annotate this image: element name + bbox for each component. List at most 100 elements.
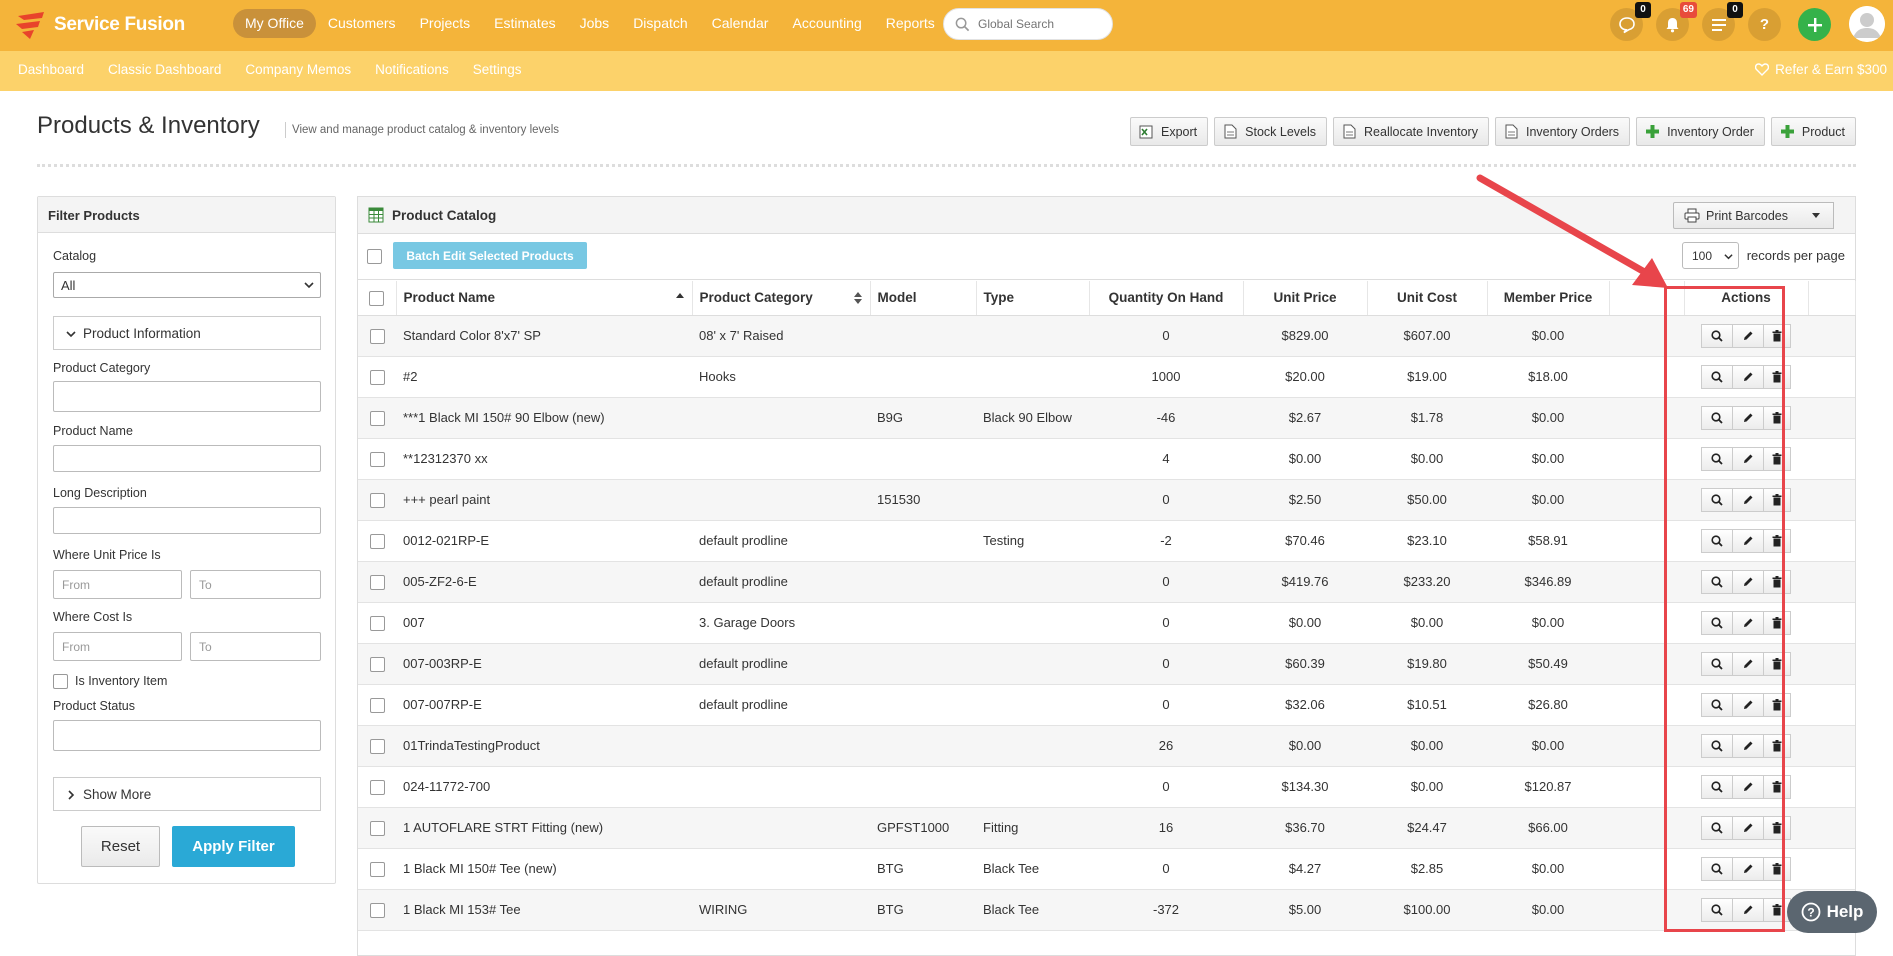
- row-checkbox[interactable]: [369, 861, 385, 877]
- product-name-input[interactable]: [53, 445, 321, 472]
- cell-quantity-on-hand[interactable]: 0: [1089, 561, 1243, 603]
- add-inventory-order-button[interactable]: Inventory Order: [1636, 117, 1765, 146]
- subnav-notifications[interactable]: Notifications: [375, 62, 449, 77]
- table-row[interactable]: ***1 Black MI 150# 90 Elbow (new) B9G Blac…: [358, 397, 1855, 439]
- cost-from-input[interactable]: From: [53, 632, 182, 661]
- cell-quantity-on-hand[interactable]: 0: [1089, 315, 1243, 357]
- col-type[interactable]: Type: [976, 281, 1090, 316]
- cell-product-name[interactable]: 024-11772-700: [396, 766, 692, 808]
- cell-quantity-on-hand[interactable]: -46: [1089, 397, 1243, 439]
- table-row[interactable]: 0012-021RP-E default prodline Testing -2 $70…: [358, 520, 1855, 562]
- cost-to-input[interactable]: To: [190, 632, 321, 661]
- select-all-checkbox[interactable]: [367, 249, 382, 264]
- cell-product-name[interactable]: 0012-021RP-E: [396, 520, 692, 562]
- row-checkbox[interactable]: [369, 779, 385, 795]
- row-checkbox[interactable]: [369, 451, 385, 467]
- subnav-classic-dashboard[interactable]: Classic Dashboard: [108, 62, 221, 77]
- records-per-page-select[interactable]: 100: [1682, 242, 1739, 269]
- nav-calendar[interactable]: Calendar: [700, 9, 781, 38]
- col-unit-cost[interactable]: Unit Cost: [1367, 281, 1488, 316]
- print-options-dropdown[interactable]: [1798, 202, 1834, 229]
- unit-price-to-input[interactable]: To: [190, 570, 321, 599]
- table-row[interactable]: Standard Color 8'x7' SP 08' x 7' Raised 0 $…: [358, 315, 1855, 357]
- table-row[interactable]: 007-007RP-E default prodline 0 $32.06 $10.51…: [358, 684, 1855, 726]
- row-checkbox[interactable]: [369, 615, 385, 631]
- cell-product-name[interactable]: 007-003RP-E: [396, 643, 692, 685]
- help-button[interactable]: ? Help: [1787, 891, 1877, 933]
- cell-quantity-on-hand[interactable]: 0: [1089, 602, 1243, 644]
- row-checkbox[interactable]: [369, 574, 385, 590]
- nav-customers[interactable]: Customers: [316, 9, 408, 38]
- row-checkbox[interactable]: [369, 697, 385, 713]
- subnav-settings[interactable]: Settings: [473, 62, 522, 77]
- table-row[interactable]: 024-11772-700 0 $134.30 $0.00 $120.87: [358, 766, 1855, 808]
- header-checkbox[interactable]: [369, 290, 385, 306]
- cell-quantity-on-hand[interactable]: -372: [1089, 889, 1243, 931]
- cell-product-name[interactable]: 1 Black MI 153# Tee: [396, 889, 692, 931]
- show-more-toggle[interactable]: Show More: [53, 777, 321, 811]
- chat-button[interactable]: 0: [1610, 2, 1651, 41]
- cell-quantity-on-hand[interactable]: 0: [1089, 479, 1243, 521]
- product-information-toggle[interactable]: Product Information: [53, 316, 321, 350]
- cell-quantity-on-hand[interactable]: 4: [1089, 438, 1243, 480]
- table-row[interactable]: 007 3. Garage Doors 0 $0.00 $0.00 $0.00: [358, 602, 1855, 644]
- cell-quantity-on-hand[interactable]: 26: [1089, 725, 1243, 767]
- cell-quantity-on-hand[interactable]: 0: [1089, 766, 1243, 808]
- cell-product-name[interactable]: #2: [396, 356, 692, 398]
- nav-my-office[interactable]: My Office: [233, 9, 316, 38]
- cell-quantity-on-hand[interactable]: 16: [1089, 807, 1243, 849]
- table-row[interactable]: 1 Black MI 150# Tee (new) BTG Black Tee 0 $4…: [358, 848, 1855, 890]
- long-description-input[interactable]: [53, 507, 321, 534]
- nav-accounting[interactable]: Accounting: [780, 9, 873, 38]
- brand-logo[interactable]: Service Fusion: [14, 9, 185, 41]
- export-button[interactable]: Export: [1130, 117, 1209, 146]
- cell-quantity-on-hand[interactable]: 0: [1089, 848, 1243, 890]
- row-checkbox[interactable]: [369, 410, 385, 426]
- nav-estimates[interactable]: Estimates: [482, 9, 567, 38]
- row-checkbox[interactable]: [369, 902, 385, 918]
- row-checkbox[interactable]: [369, 492, 385, 508]
- quick-add-button[interactable]: [1798, 8, 1831, 41]
- col-unit-price[interactable]: Unit Price: [1243, 281, 1368, 316]
- help-menu-button[interactable]: ?: [1748, 8, 1781, 41]
- cell-quantity-on-hand[interactable]: 0: [1089, 684, 1243, 726]
- tasks-button[interactable]: 0: [1702, 2, 1743, 41]
- table-row[interactable]: 1 Black MI 153# Tee WIRING BTG Black Tee -37…: [358, 889, 1855, 931]
- batch-edit-button[interactable]: Batch Edit Selected Products: [393, 242, 587, 269]
- row-checkbox[interactable]: [369, 533, 385, 549]
- cell-product-name[interactable]: 1 AUTOFLARE STRT Fitting (new): [396, 807, 692, 849]
- cell-quantity-on-hand[interactable]: 1000: [1089, 356, 1243, 398]
- notifications-button[interactable]: 69: [1656, 2, 1697, 41]
- global-search-input[interactable]: [978, 17, 1103, 31]
- cell-product-name[interactable]: 1 Black MI 150# Tee (new): [396, 848, 692, 890]
- table-row[interactable]: 01TrindaTestingProduct 26 $0.00 $0.00 $0.00: [358, 725, 1855, 767]
- subnav-dashboard[interactable]: Dashboard: [18, 62, 84, 77]
- subnav-company-memos[interactable]: Company Memos: [245, 62, 351, 77]
- table-row[interactable]: **12312370 xx 4 $0.00 $0.00 $0.00: [358, 438, 1855, 480]
- table-row[interactable]: 1 AUTOFLARE STRT Fitting (new) GPFST1000 F…: [358, 807, 1855, 849]
- col-model[interactable]: Model: [870, 281, 977, 316]
- cell-product-name[interactable]: 007: [396, 602, 692, 644]
- table-row[interactable]: 007-003RP-E default prodline 0 $60.39 $19.80…: [358, 643, 1855, 685]
- inventory-orders-button[interactable]: Inventory Orders: [1494, 117, 1631, 146]
- product-category-input[interactable]: [53, 381, 321, 412]
- col-product-name[interactable]: Product Name: [396, 281, 693, 316]
- col-product-category[interactable]: Product Category: [692, 281, 871, 316]
- cell-product-name[interactable]: Standard Color 8'x7' SP: [396, 315, 692, 357]
- cell-product-name[interactable]: 005-ZF2-6-E: [396, 561, 692, 603]
- catalog-select[interactable]: All: [53, 272, 321, 298]
- table-row[interactable]: +++ pearl paint 151530 0 $2.50 $50.00 $0.00: [358, 479, 1855, 521]
- reallocate-inventory-button[interactable]: Reallocate Inventory: [1333, 117, 1489, 146]
- row-checkbox[interactable]: [369, 820, 385, 836]
- cell-product-name[interactable]: ***1 Black MI 150# 90 Elbow (new): [396, 397, 692, 439]
- global-search[interactable]: [943, 8, 1113, 40]
- refer-link[interactable]: Refer & Earn $300: [1755, 62, 1887, 77]
- table-row[interactable]: #2 Hooks 1000 $20.00 $19.00 $18.00: [358, 356, 1855, 398]
- cell-product-name[interactable]: 007-007RP-E: [396, 684, 692, 726]
- row-checkbox[interactable]: [369, 369, 385, 385]
- print-barcodes-button[interactable]: Print Barcodes: [1673, 202, 1799, 229]
- nav-reports[interactable]: Reports: [874, 9, 947, 38]
- col-quantity-on-hand[interactable]: Quantity On Hand: [1089, 281, 1244, 316]
- cell-product-name[interactable]: 01TrindaTestingProduct: [396, 725, 692, 767]
- reset-button[interactable]: Reset: [81, 826, 160, 867]
